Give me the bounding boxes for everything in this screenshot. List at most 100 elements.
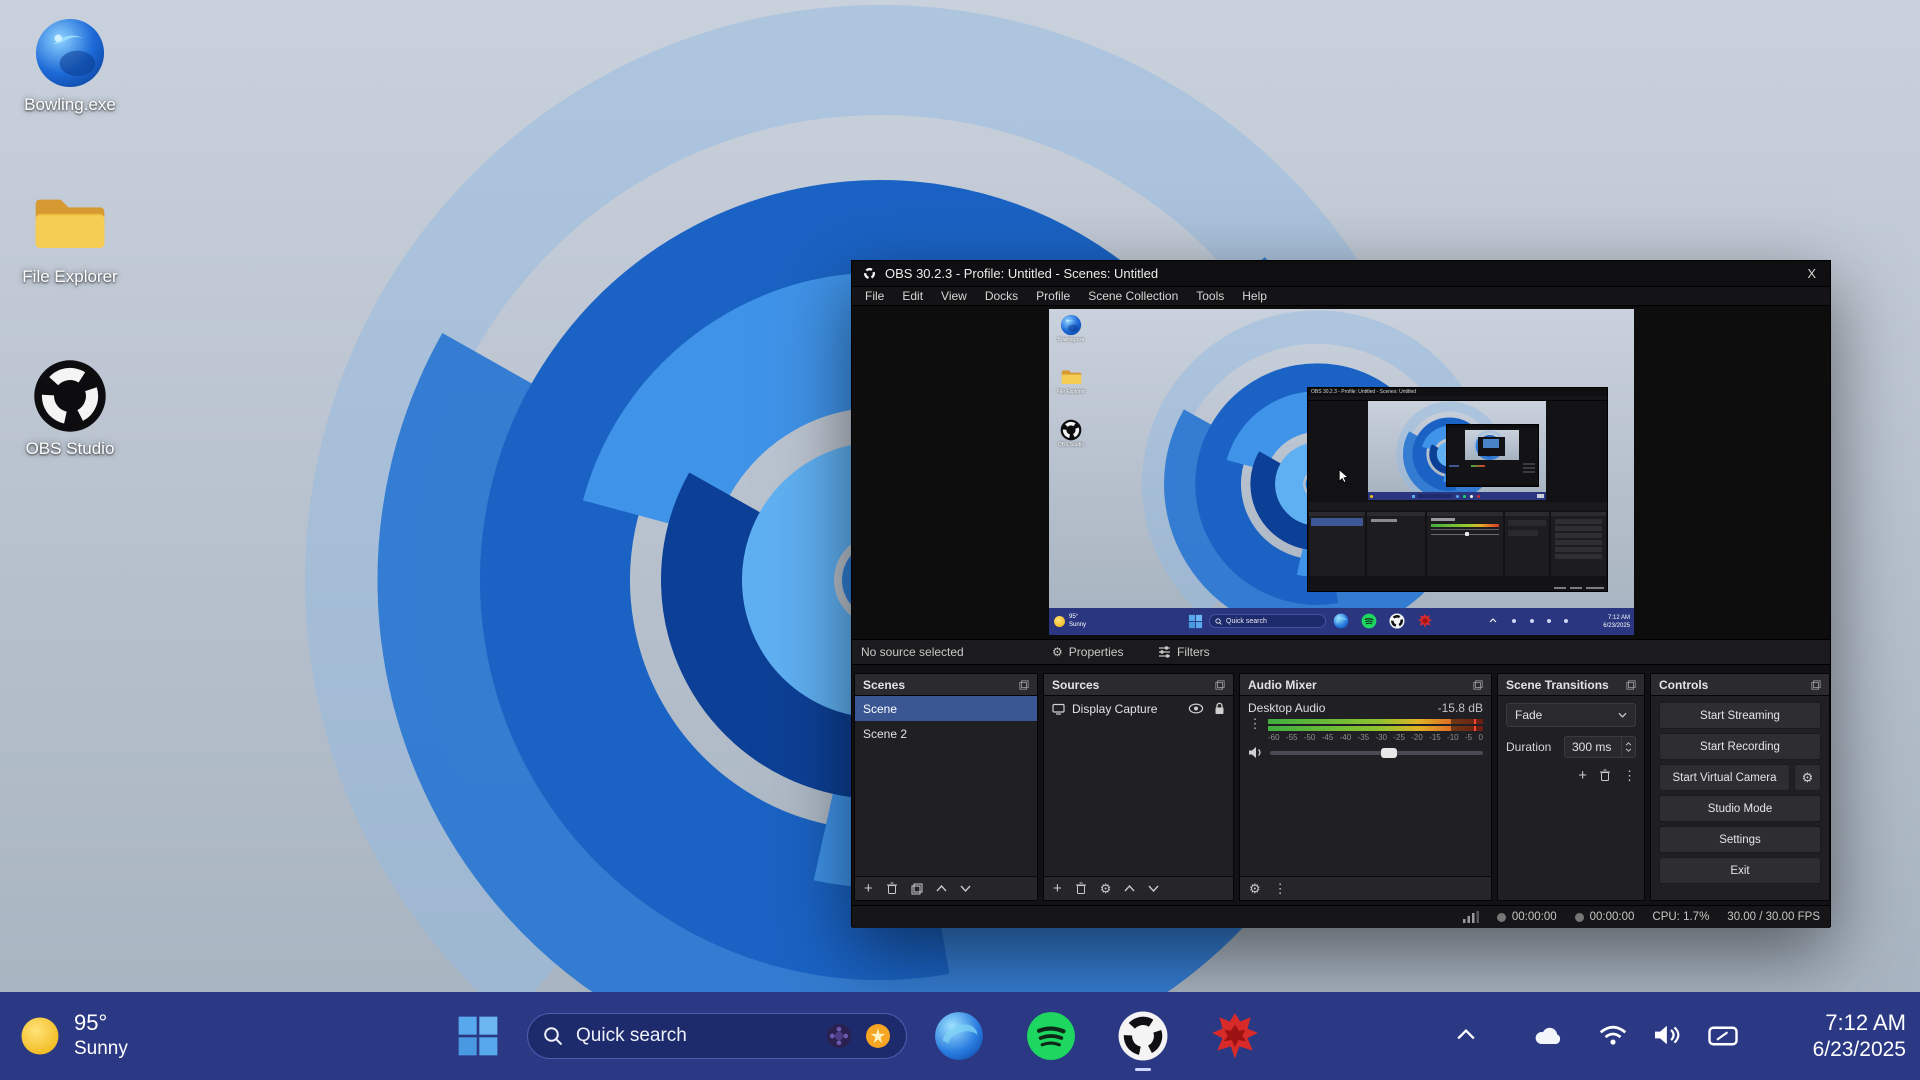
- taskbar-obs-icon[interactable]: [1117, 1010, 1169, 1062]
- visibility-eye-icon[interactable]: [1188, 703, 1204, 714]
- taskbar-clock[interactable]: 7:12 AM 6/23/2025: [1813, 1009, 1906, 1063]
- move-source-up-button[interactable]: [1124, 885, 1135, 892]
- weather-condition: Sunny: [74, 1036, 128, 1061]
- desktop-icon-file-explorer[interactable]: File Explorer: [14, 184, 126, 287]
- audio-mixer-panel: Audio Mixer Desktop Audio -15.8 dB ⋮: [1239, 673, 1492, 901]
- menu-profile[interactable]: Profile: [1027, 289, 1079, 303]
- tray-chevron-up-icon[interactable]: [1455, 1028, 1477, 1041]
- cpu-usage: CPU: 1.7%: [1652, 911, 1709, 923]
- emoji-film-icon[interactable]: [826, 1023, 852, 1049]
- captured-icon-label: OBS Studio: [1058, 442, 1084, 448]
- taskbar: 95° Sunny Quick search: [0, 992, 1920, 1080]
- virtual-camera-settings-gear-icon[interactable]: ⚙: [1794, 764, 1821, 791]
- captured-search-pill: Quick search: [1209, 614, 1326, 628]
- properties-button[interactable]: ⚙ Properties: [1052, 645, 1123, 659]
- transition-kebab-icon[interactable]: ⋮: [1623, 771, 1636, 781]
- volume-icon[interactable]: [1652, 1024, 1680, 1046]
- search-box[interactable]: Quick search: [527, 1013, 907, 1059]
- duplicate-scene-button[interactable]: [911, 883, 923, 895]
- menu-help[interactable]: Help: [1233, 289, 1276, 303]
- lock-icon[interactable]: [1214, 702, 1225, 715]
- emoji-party-icon[interactable]: [865, 1023, 891, 1049]
- spin-up-icon[interactable]: [1625, 742, 1632, 746]
- source-properties-gear-icon[interactable]: ⚙: [1100, 881, 1112, 897]
- captured-taskbar: 95° Sunny Quick search: [1049, 608, 1634, 635]
- volume-slider[interactable]: [1270, 751, 1483, 755]
- remove-source-button[interactable]: [1075, 882, 1087, 895]
- move-source-down-button[interactable]: [1148, 885, 1159, 892]
- start-virtual-camera-button[interactable]: Start Virtual Camera: [1659, 764, 1790, 791]
- menu-docks[interactable]: Docks: [976, 289, 1027, 303]
- captured-obs-preview: [1368, 401, 1546, 500]
- scene-row-selected[interactable]: Scene: [855, 696, 1037, 721]
- remove-scene-button[interactable]: [886, 882, 898, 895]
- sun-icon[interactable]: [18, 1014, 62, 1058]
- start-button[interactable]: [456, 1014, 500, 1058]
- captured-mixer-panel: [1427, 512, 1503, 576]
- add-transition-button[interactable]: +: [1578, 767, 1587, 784]
- remove-transition-button[interactable]: [1599, 769, 1611, 782]
- start-streaming-button[interactable]: Start Streaming: [1659, 702, 1821, 729]
- weather-temp: 95°: [74, 1009, 128, 1036]
- add-source-button[interactable]: +: [1053, 881, 1062, 896]
- close-button[interactable]: X: [1803, 266, 1820, 281]
- add-scene-button[interactable]: +: [864, 881, 873, 896]
- move-scene-up-button[interactable]: [936, 885, 947, 892]
- settings-button[interactable]: Settings: [1659, 826, 1821, 853]
- duration-spinbox[interactable]: 300 ms: [1564, 736, 1636, 758]
- desktop-icon-bowling[interactable]: Bowling.exe: [14, 16, 126, 115]
- search-icon: [1215, 618, 1222, 625]
- weather-widget[interactable]: 95° Sunny: [74, 1009, 128, 1061]
- browser-icon: [1333, 613, 1349, 629]
- obs-window: OBS 30.2.3 - Profile: Untitled - Scenes:…: [851, 260, 1831, 927]
- captured-sources-panel: [1367, 512, 1425, 576]
- preview-canvas-area[interactable]: Bowling.exe File Explorer OBS Studio OBS…: [852, 306, 1830, 639]
- active-app-indicator: [1135, 1068, 1151, 1071]
- captured-obs-titlebar: OBS 30.2.3 - Profile: Untitled - Scenes:…: [1308, 388, 1607, 396]
- preview-video[interactable]: Bowling.exe File Explorer OBS Studio OBS…: [1049, 309, 1634, 635]
- wifi-icon[interactable]: [1598, 1024, 1628, 1046]
- move-scene-down-button[interactable]: [960, 885, 971, 892]
- captured-meter-scale: [1431, 529, 1499, 530]
- start-recording-button[interactable]: Start Recording: [1659, 733, 1821, 760]
- taskbar-spotify-icon[interactable]: [1025, 1010, 1077, 1062]
- cloud-icon: [1512, 619, 1516, 623]
- obs-titlebar[interactable]: OBS 30.2.3 - Profile: Untitled - Scenes:…: [852, 261, 1830, 287]
- source-row-display-capture[interactable]: Display Capture: [1044, 696, 1233, 721]
- menu-scene-collection[interactable]: Scene Collection: [1079, 289, 1187, 303]
- taskbar-red-app-icon[interactable]: [1209, 1010, 1261, 1062]
- menu-tools[interactable]: Tools: [1187, 289, 1233, 303]
- captured-window-title: OBS 30.2.3 - Profile: Untitled - Scenes:…: [1308, 388, 1607, 396]
- duration-spin-buttons[interactable]: [1621, 737, 1635, 757]
- volume-slider-handle[interactable]: [1381, 748, 1397, 758]
- menu-edit[interactable]: Edit: [893, 289, 932, 303]
- popout-icon[interactable]: [1215, 680, 1225, 690]
- desktop-icon-obs-studio[interactable]: OBS Studio: [14, 358, 126, 459]
- pen-tablet-icon[interactable]: [1708, 1024, 1738, 1048]
- cloud-icon[interactable]: [1532, 1024, 1562, 1046]
- menu-file[interactable]: File: [856, 289, 893, 303]
- obs-logo-icon: [32, 358, 108, 434]
- popout-icon[interactable]: [1019, 680, 1029, 690]
- scenes-toolbar: +: [855, 876, 1037, 900]
- chevron-down-icon: [1618, 712, 1627, 718]
- popout-icon[interactable]: [1473, 680, 1483, 690]
- spin-down-icon[interactable]: [1625, 748, 1632, 752]
- popout-icon[interactable]: [1626, 680, 1636, 690]
- popout-icon[interactable]: [1811, 680, 1821, 690]
- taskbar-browser-icon[interactable]: [933, 1010, 985, 1062]
- speaker-icon[interactable]: [1248, 746, 1263, 759]
- mixer-settings-gear-icon[interactable]: ⚙: [1249, 881, 1261, 897]
- studio-mode-button[interactable]: Studio Mode: [1659, 795, 1821, 822]
- exit-button[interactable]: Exit: [1659, 857, 1821, 884]
- transition-select[interactable]: Fade: [1506, 703, 1636, 727]
- recursed-audio-meter: [1471, 465, 1485, 467]
- mixer-kebab-icon[interactable]: ⋮: [1274, 884, 1287, 894]
- browser-icon: [1456, 495, 1459, 498]
- filters-button[interactable]: Filters: [1158, 645, 1210, 659]
- scene-row[interactable]: Scene 2: [855, 721, 1037, 746]
- obs-logo-icon: [1060, 419, 1082, 441]
- menu-view[interactable]: View: [932, 289, 976, 303]
- track-kebab-menu-icon[interactable]: ⋮: [1249, 719, 1262, 729]
- captured-track-name: [1431, 518, 1455, 521]
